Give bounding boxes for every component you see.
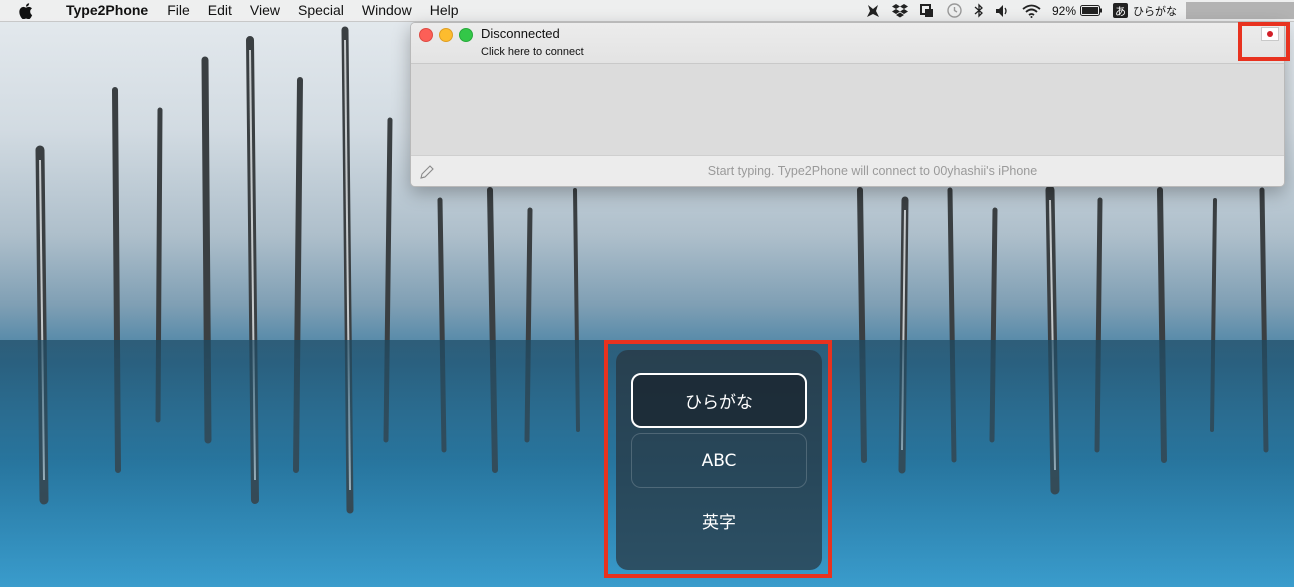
dropbox-icon[interactable] — [891, 0, 908, 21]
time-machine-icon[interactable] — [946, 0, 963, 21]
menu-edit[interactable]: Edit — [199, 0, 241, 21]
bluetooth-icon[interactable] — [974, 0, 984, 21]
battery-icon[interactable] — [1080, 0, 1102, 21]
app-status-icon[interactable] — [865, 0, 881, 21]
input-source-icon[interactable]: あ — [1113, 3, 1128, 18]
sync-icon[interactable] — [919, 0, 935, 21]
type2phone-window: Disconnected Click here to connect Start… — [410, 22, 1285, 187]
connection-status[interactable]: Disconnected — [481, 26, 560, 41]
menu-help[interactable]: Help — [421, 0, 468, 21]
menu-app-name[interactable]: Type2Phone — [51, 0, 158, 21]
connect-link[interactable]: Click here to connect — [481, 46, 584, 58]
volume-icon[interactable] — [995, 0, 1011, 21]
menu-bar: Type2Phone File Edit View Special Window… — [0, 0, 1294, 22]
window-titlebar[interactable]: Disconnected Click here to connect — [411, 23, 1284, 64]
input-source-label[interactable]: ひらがな — [1133, 0, 1177, 21]
window-bottom-bar: Start typing. Type2Phone will connect to… — [411, 155, 1284, 186]
menu-file[interactable]: File — [158, 0, 199, 21]
menu-view[interactable]: View — [241, 0, 289, 21]
battery-percent[interactable]: 92% — [1052, 0, 1076, 21]
zoom-button[interactable] — [459, 28, 473, 42]
highlight-input-switcher — [604, 340, 832, 578]
menu-window[interactable]: Window — [353, 0, 421, 21]
typing-area[interactable] — [411, 64, 1284, 155]
minimize-button[interactable] — [439, 28, 453, 42]
connection-hint: Start typing. Type2Phone will connect to… — [707, 164, 1038, 178]
wifi-icon[interactable] — [1022, 0, 1041, 21]
close-button[interactable] — [419, 28, 433, 42]
redacted-user-area — [1186, 2, 1294, 19]
menu-special[interactable]: Special — [289, 0, 353, 21]
apple-icon[interactable] — [19, 2, 33, 19]
highlight-flag-button — [1238, 22, 1290, 61]
